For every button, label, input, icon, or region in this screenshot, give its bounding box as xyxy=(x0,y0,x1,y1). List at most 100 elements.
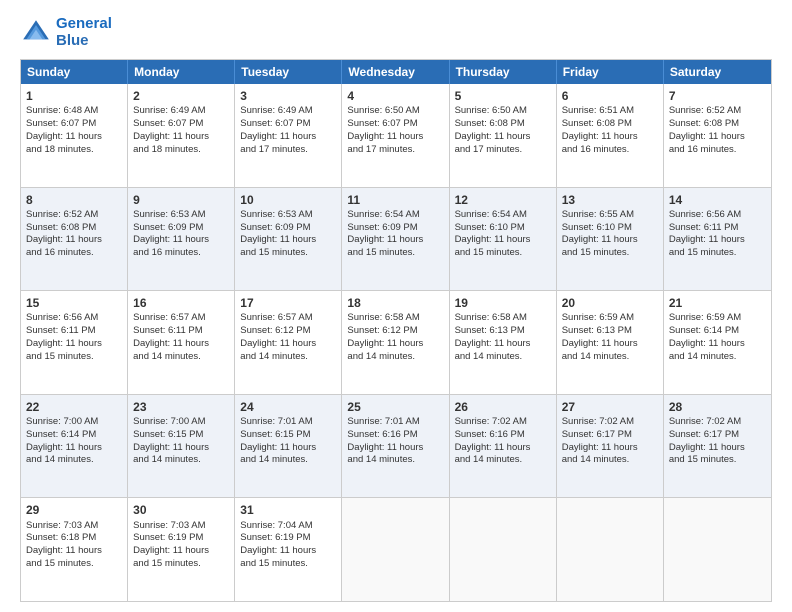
day-cell-6: 6Sunrise: 6:51 AMSunset: 6:08 PMDaylight… xyxy=(557,84,664,187)
day-info-line-2: Daylight: 11 hours xyxy=(26,545,122,558)
day-info-line-3: and 16 minutes. xyxy=(133,247,229,260)
day-info-line-3: and 14 minutes. xyxy=(455,351,551,364)
day-info-line-0: Sunrise: 7:01 AM xyxy=(347,416,443,429)
day-cell-17: 17Sunrise: 6:57 AMSunset: 6:12 PMDayligh… xyxy=(235,291,342,394)
day-info-line-2: Daylight: 11 hours xyxy=(133,442,229,455)
day-number: 22 xyxy=(26,399,122,415)
calendar-row-3: 15Sunrise: 6:56 AMSunset: 6:11 PMDayligh… xyxy=(21,290,771,394)
day-info-line-3: and 15 minutes. xyxy=(26,351,122,364)
day-info-line-3: and 18 minutes. xyxy=(133,144,229,157)
day-cell-8: 8Sunrise: 6:52 AMSunset: 6:08 PMDaylight… xyxy=(21,188,128,291)
day-info-line-1: Sunset: 6:16 PM xyxy=(347,429,443,442)
calendar-row-4: 22Sunrise: 7:00 AMSunset: 6:14 PMDayligh… xyxy=(21,394,771,498)
day-info-line-0: Sunrise: 7:04 AM xyxy=(240,520,336,533)
page: General Blue SundayMondayTuesdayWednesda… xyxy=(0,0,792,612)
day-info-line-0: Sunrise: 6:52 AM xyxy=(26,209,122,222)
day-info-line-2: Daylight: 11 hours xyxy=(455,442,551,455)
day-info-line-0: Sunrise: 7:02 AM xyxy=(455,416,551,429)
day-info-line-0: Sunrise: 6:54 AM xyxy=(455,209,551,222)
day-number: 20 xyxy=(562,295,658,311)
day-info-line-0: Sunrise: 6:53 AM xyxy=(240,209,336,222)
day-info-line-1: Sunset: 6:13 PM xyxy=(455,325,551,338)
day-info-line-1: Sunset: 6:10 PM xyxy=(562,222,658,235)
day-info-line-3: and 14 minutes. xyxy=(562,351,658,364)
day-cell-15: 15Sunrise: 6:56 AMSunset: 6:11 PMDayligh… xyxy=(21,291,128,394)
day-info-line-1: Sunset: 6:08 PM xyxy=(26,222,122,235)
empty-cell xyxy=(664,498,771,601)
day-info-line-2: Daylight: 11 hours xyxy=(26,442,122,455)
calendar: SundayMondayTuesdayWednesdayThursdayFrid… xyxy=(20,59,772,602)
day-number: 17 xyxy=(240,295,336,311)
calendar-row-1: 1Sunrise: 6:48 AMSunset: 6:07 PMDaylight… xyxy=(21,84,771,187)
calendar-row-2: 8Sunrise: 6:52 AMSunset: 6:08 PM Daylight… xyxy=(21,187,771,291)
day-header-sunday: Sunday xyxy=(21,60,128,84)
day-info-line-1: Sunset: 6:18 PM xyxy=(26,532,122,545)
day-info-line-0: Sunrise: 6:53 AM xyxy=(133,209,229,222)
logo: General Blue xyxy=(20,16,112,49)
day-number: 27 xyxy=(562,399,658,415)
day-info-line-2: Daylight: 11 hours xyxy=(562,442,658,455)
day-info-line-3: and 18 minutes. xyxy=(26,144,122,157)
day-header-wednesday: Wednesday xyxy=(342,60,449,84)
day-info-line-2: Daylight: 11 hours xyxy=(455,338,551,351)
day-number: 5 xyxy=(455,88,551,104)
day-info-line-3: and 14 minutes. xyxy=(455,454,551,467)
day-cell-1: 1Sunrise: 6:48 AMSunset: 6:07 PMDaylight… xyxy=(21,84,128,187)
day-number: 26 xyxy=(455,399,551,415)
day-info-line-2: Daylight: 11 hours xyxy=(347,234,443,247)
day-info-line-3: and 15 minutes. xyxy=(455,247,551,260)
day-number: 18 xyxy=(347,295,443,311)
day-info-line-0: Sunrise: 7:02 AM xyxy=(562,416,658,429)
day-info-line-2: Daylight: 11 hours xyxy=(133,545,229,558)
day-cell-29: 29Sunrise: 7:03 AMSunset: 6:18 PMDayligh… xyxy=(21,498,128,601)
day-cell-3: 3Sunrise: 6:49 AMSunset: 6:07 PMDaylight… xyxy=(235,84,342,187)
day-info-line-3: and 15 minutes. xyxy=(347,247,443,260)
day-info-line-0: Sunrise: 6:49 AM xyxy=(240,105,336,118)
day-info-line-1: Sunset: 6:09 PM xyxy=(347,222,443,235)
day-info-line-1: Sunset: 6:07 PM xyxy=(347,118,443,131)
day-info-line-1: Sunset: 6:08 PM xyxy=(562,118,658,131)
day-info-line-0: Sunrise: 6:57 AM xyxy=(240,312,336,325)
day-number: 4 xyxy=(347,88,443,104)
day-number: 9 xyxy=(133,192,229,208)
day-info-line-0: Sunrise: 6:57 AM xyxy=(133,312,229,325)
day-cell-28: 28Sunrise: 7:02 AMSunset: 6:17 PMDayligh… xyxy=(664,395,771,498)
day-info-line-1: Sunset: 6:14 PM xyxy=(26,429,122,442)
day-info-line-1: Sunset: 6:19 PM xyxy=(133,532,229,545)
day-info-line-3: and 14 minutes. xyxy=(133,351,229,364)
day-cell-2: 2Sunrise: 6:49 AMSunset: 6:07 PMDaylight… xyxy=(128,84,235,187)
day-info-line-3: and 15 minutes. xyxy=(562,247,658,260)
day-info-line-3: and 15 minutes. xyxy=(133,558,229,571)
day-header-tuesday: Tuesday xyxy=(235,60,342,84)
day-info-line-1: Sunset: 6:11 PM xyxy=(133,325,229,338)
day-number: 25 xyxy=(347,399,443,415)
day-info-line-3: and 16 minutes. xyxy=(562,144,658,157)
day-info-line-3: and 17 minutes. xyxy=(347,144,443,157)
day-header-thursday: Thursday xyxy=(450,60,557,84)
calendar-header-row: SundayMondayTuesdayWednesdayThursdayFrid… xyxy=(21,60,771,84)
day-info-line-1: Sunset: 6:09 PM xyxy=(133,222,229,235)
day-info-line-3: and 14 minutes. xyxy=(347,351,443,364)
day-info-line-2: Daylight: 11 hours xyxy=(133,131,229,144)
day-info-line-2: Daylight: 11 hours xyxy=(455,234,551,247)
day-cell-14: 14Sunrise: 6:56 AMSunset: 6:11 PMDayligh… xyxy=(664,188,771,291)
day-cell-7: 7Sunrise: 6:52 AMSunset: 6:08 PMDaylight… xyxy=(664,84,771,187)
day-info-line-1: Sunset: 6:11 PM xyxy=(26,325,122,338)
day-header-saturday: Saturday xyxy=(664,60,771,84)
day-number: 30 xyxy=(133,502,229,518)
day-cell-20: 20Sunrise: 6:59 AMSunset: 6:13 PMDayligh… xyxy=(557,291,664,394)
day-number: 28 xyxy=(669,399,766,415)
day-cell-23: 23Sunrise: 7:00 AMSunset: 6:15 PMDayligh… xyxy=(128,395,235,498)
day-info-line-3: and 14 minutes. xyxy=(240,351,336,364)
day-cell-4: 4Sunrise: 6:50 AMSunset: 6:07 PMDaylight… xyxy=(342,84,449,187)
day-info-line-3: and 14 minutes. xyxy=(26,454,122,467)
day-info-line-2: Daylight: 11 hours xyxy=(26,131,122,144)
day-info-line-2: Daylight: 11 hours xyxy=(133,234,229,247)
day-info-line-1: Sunset: 6:08 PM xyxy=(455,118,551,131)
day-cell-31: 31Sunrise: 7:04 AMSunset: 6:19 PMDayligh… xyxy=(235,498,342,601)
day-info-line-3: and 16 minutes. xyxy=(669,144,766,157)
day-number: 24 xyxy=(240,399,336,415)
day-info-line-1: Sunset: 6:12 PM xyxy=(240,325,336,338)
day-number: 6 xyxy=(562,88,658,104)
day-number: 8 xyxy=(26,192,122,208)
